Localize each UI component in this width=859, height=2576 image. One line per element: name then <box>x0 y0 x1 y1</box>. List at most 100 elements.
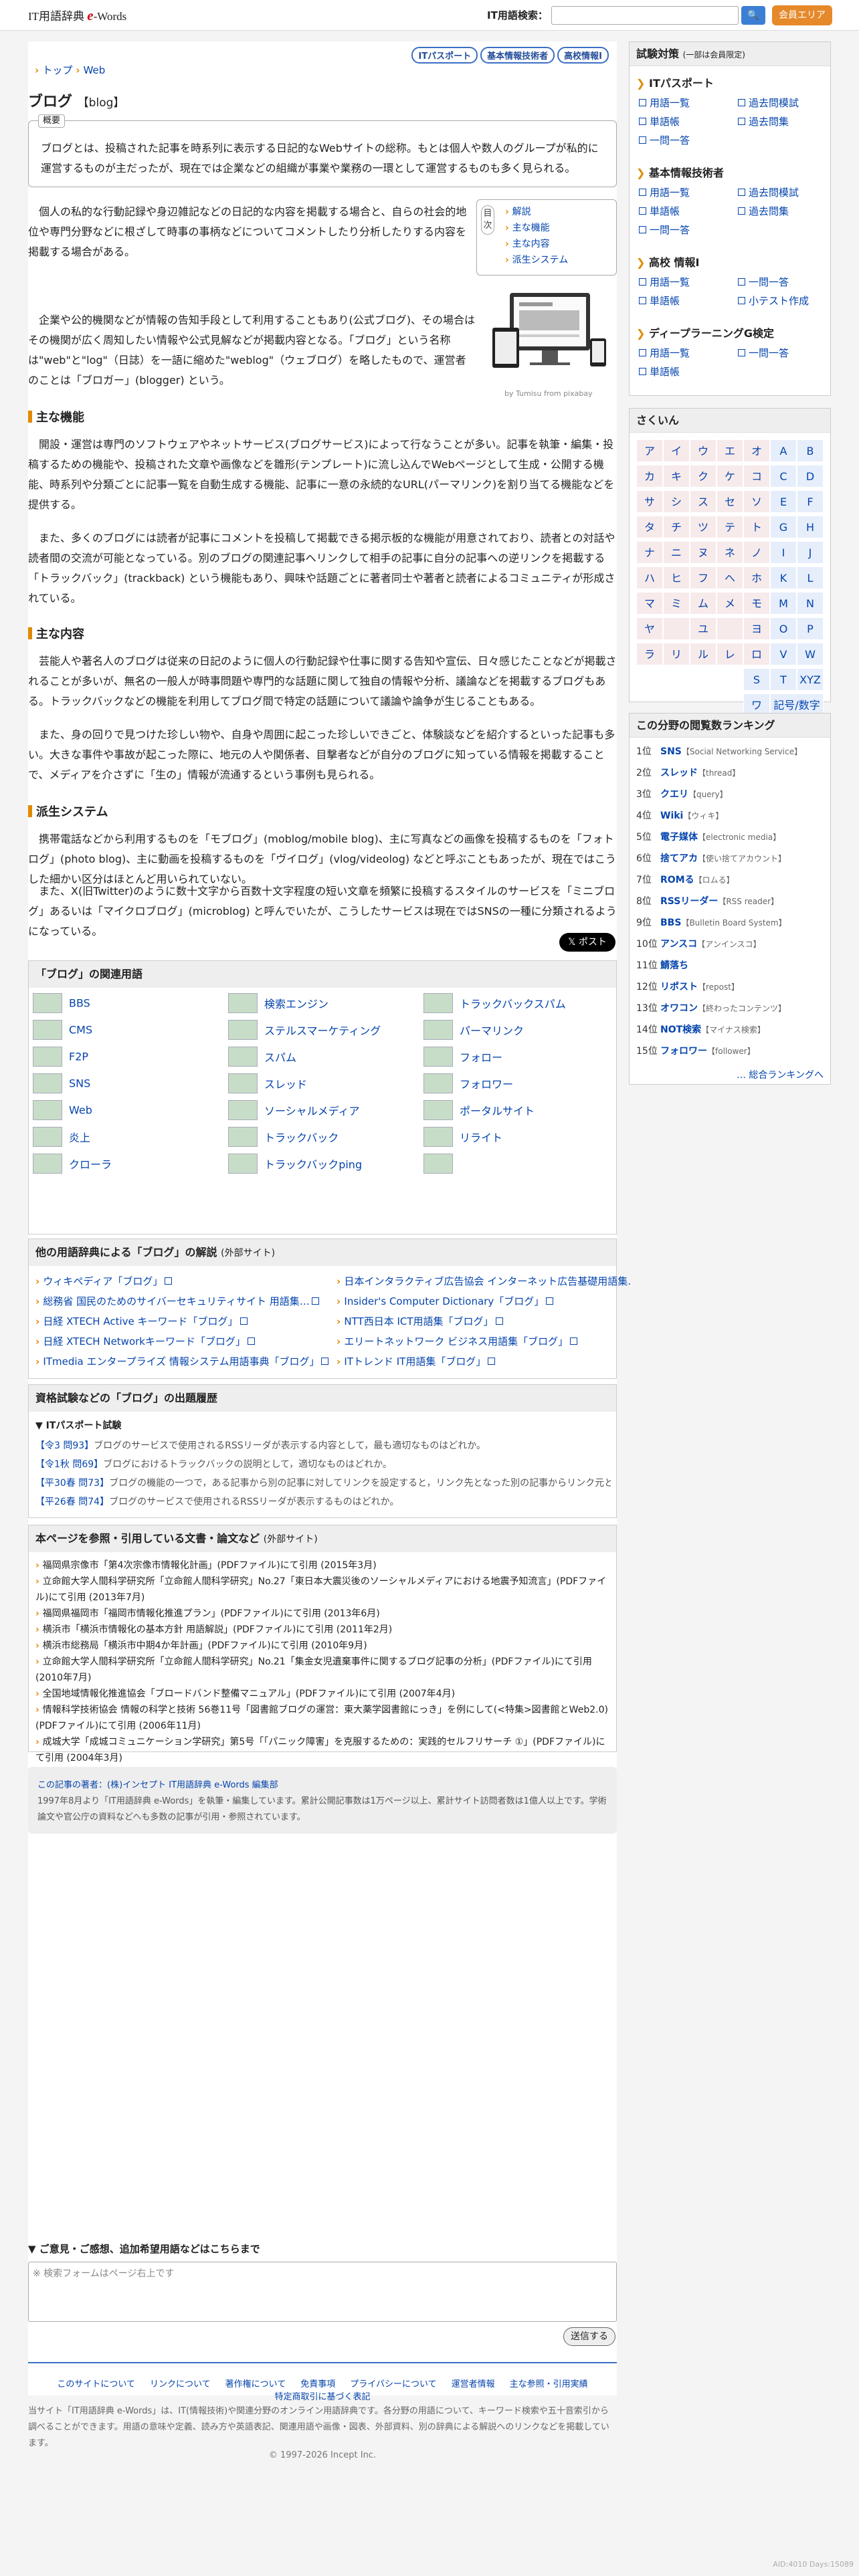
ranking-word[interactable]: RSSリーダー <box>660 896 718 907</box>
ranking-word[interactable]: 捨てアカ <box>660 853 698 864</box>
kana-index-cell[interactable]: ル <box>690 643 717 665</box>
related-term[interactable]: パーマリンク <box>423 1020 611 1044</box>
ranking-item[interactable]: 6位 捨てアカ【使い捨てアカウント】 <box>636 851 786 865</box>
footer-link[interactable]: 主な参照・引用実績 <box>510 2377 588 2389</box>
kana-index-cell[interactable]: ユ <box>690 617 717 640</box>
latin-index-cell[interactable]: J <box>797 541 824 564</box>
search-button[interactable]: 🔍 <box>741 6 765 25</box>
kana-index-cell[interactable]: ム <box>690 592 717 615</box>
latin-index-cell[interactable]: W <box>797 643 824 665</box>
exam-link[interactable]: 単語帳 <box>639 114 680 128</box>
exam-question-id[interactable]: 【平26春 問74】 <box>35 1497 109 1507</box>
footer-link[interactable]: 運営者情報 <box>452 2377 495 2389</box>
kana-index-cell[interactable]: モ <box>743 592 770 615</box>
latin-index-cell[interactable]: B <box>797 439 824 462</box>
kana-index-cell[interactable]: ケ <box>717 465 743 488</box>
kana-index-cell[interactable]: ヒ <box>663 566 690 589</box>
ranking-word[interactable]: アンスコ <box>660 939 697 950</box>
exam-link[interactable]: 用語一覧 <box>639 185 690 199</box>
ranking-item[interactable]: 15位 フォロワー【follower】 <box>636 1044 755 1057</box>
exam-link[interactable]: 一問一答 <box>738 346 789 360</box>
member-area-button[interactable]: 会員エリア <box>772 5 832 25</box>
kana-index-cell[interactable]: ニ <box>663 541 690 564</box>
ranking-word[interactable]: NOT検索 <box>660 1025 701 1035</box>
exam-link[interactable]: 単語帳 <box>639 364 680 379</box>
related-term[interactable]: トラックバックping <box>228 1154 415 1178</box>
ranking-word[interactable]: ROMる <box>660 875 694 885</box>
feedback-send-button[interactable]: 送信する <box>563 2327 615 2346</box>
latin-index-cell[interactable]: XYZ <box>797 668 824 691</box>
latin-index-cell[interactable]: T <box>770 668 797 691</box>
kana-index-cell[interactable]: シ <box>663 490 690 513</box>
ranking-word[interactable]: スレッド <box>660 768 698 778</box>
kana-index-cell[interactable]: ナ <box>636 541 663 564</box>
kana-index-cell[interactable]: セ <box>717 490 743 513</box>
exam-question-id[interactable]: 【令1秋 問69】 <box>35 1459 103 1470</box>
kana-index-cell[interactable]: サ <box>636 490 663 513</box>
ranking-item[interactable]: 12位 リポスト【repost】 <box>636 980 739 993</box>
kana-index-cell[interactable]: ク <box>690 465 717 488</box>
exam-link[interactable]: 過去問集 <box>738 114 789 128</box>
latin-index-cell[interactable]: K <box>770 566 797 589</box>
ranking-item[interactable]: 14位 NOT検索【マイナス検索】 <box>636 1023 765 1036</box>
exam-link[interactable]: 単語帳 <box>639 294 680 308</box>
kana-index-cell[interactable]: ヌ <box>690 541 717 564</box>
kana-index-cell[interactable]: ミ <box>663 592 690 615</box>
search-input[interactable] <box>551 6 739 25</box>
kana-index-cell[interactable]: ロ <box>743 643 770 665</box>
kana-index-cell[interactable]: テ <box>717 516 743 538</box>
ranking-word[interactable]: Wiki <box>660 811 683 821</box>
footer-link[interactable]: プライバシーについて <box>350 2377 436 2389</box>
other-dict-link[interactable]: 総務省 国民のためのサイバーセキュリティサイト 用語集… <box>35 1294 330 1308</box>
kana-index-cell[interactable]: ソ <box>743 490 770 513</box>
kana-index-cell[interactable]: ス <box>690 490 717 513</box>
related-term[interactable]: リライト <box>423 1127 611 1151</box>
latin-index-cell[interactable]: L <box>797 566 824 589</box>
latin-index-cell[interactable]: S <box>743 668 770 691</box>
breadcrumb-web[interactable]: Web <box>84 64 106 76</box>
kana-index-cell[interactable]: ア <box>636 439 663 462</box>
exam-question[interactable]: 【平26春 問74】ブログのサービスで使用されるRSSリーダが表示するものはどれ… <box>35 1495 611 1508</box>
exam-link[interactable]: 用語一覧 <box>639 346 690 360</box>
toc-item[interactable]: 解説 <box>505 204 568 220</box>
kana-index-cell[interactable]: キ <box>663 465 690 488</box>
ranking-item[interactable]: 1位 SNS【Social Networking Service】 <box>636 744 802 758</box>
ranking-word[interactable]: オワコン <box>660 1003 698 1014</box>
exam-question-id[interactable]: 【平30春 問73】 <box>35 1478 109 1489</box>
ranking-word[interactable]: リポスト <box>660 982 698 992</box>
exam-link[interactable]: 過去問模試 <box>738 96 799 110</box>
kana-index-cell[interactable]: ラ <box>636 643 663 665</box>
exam-link[interactable]: 単語帳 <box>639 204 680 218</box>
kana-index-cell[interactable]: マ <box>636 592 663 615</box>
related-term[interactable]: トラックバックスパム <box>423 993 611 1017</box>
kana-index-cell[interactable]: ノ <box>743 541 770 564</box>
related-term[interactable]: クローラ <box>33 1154 220 1178</box>
related-term[interactable]: トラックバック <box>228 1127 415 1151</box>
footer-link[interactable]: リンクについて <box>150 2377 211 2389</box>
ranking-word[interactable]: フォロワー <box>660 1046 707 1057</box>
ranking-item[interactable]: 5位 電子媒体【electronic media】 <box>636 830 781 843</box>
latin-index-cell[interactable]: D <box>797 465 824 488</box>
latin-index-cell[interactable]: E <box>770 490 797 513</box>
kana-index-cell[interactable]: ネ <box>717 541 743 564</box>
x-post-button[interactable]: 𝕏 ポスト <box>559 933 615 952</box>
kana-index-cell[interactable]: ウ <box>690 439 717 462</box>
pill-fe[interactable]: 基本情報技術者 <box>480 47 555 64</box>
related-term[interactable]: ソーシャルメディア <box>228 1100 415 1124</box>
ranking-item[interactable]: 4位 Wiki【ウィキ】 <box>636 809 723 822</box>
toc-item[interactable]: 主な内容 <box>505 236 568 252</box>
latin-index-cell[interactable]: M <box>770 592 797 615</box>
latin-index-cell[interactable]: H <box>797 516 824 538</box>
kana-index-cell[interactable]: ハ <box>636 566 663 589</box>
exam-link[interactable]: 過去問集 <box>738 204 789 218</box>
pill-highschool[interactable]: 高校情報Ⅰ <box>557 47 609 64</box>
latin-index-cell[interactable]: N <box>797 592 824 615</box>
footer-link[interactable]: このサイトについて <box>57 2377 135 2389</box>
latin-index-cell[interactable]: G <box>770 516 797 538</box>
related-term[interactable]: CMS <box>33 1020 220 1044</box>
kana-index-cell[interactable]: チ <box>663 516 690 538</box>
ranking-word[interactable]: SNS <box>660 746 682 757</box>
footer-link[interactable]: 免責事項 <box>300 2377 335 2389</box>
pill-it-passport[interactable]: ITパスポート <box>411 47 478 64</box>
related-term[interactable]: 検索エンジン <box>228 993 415 1017</box>
